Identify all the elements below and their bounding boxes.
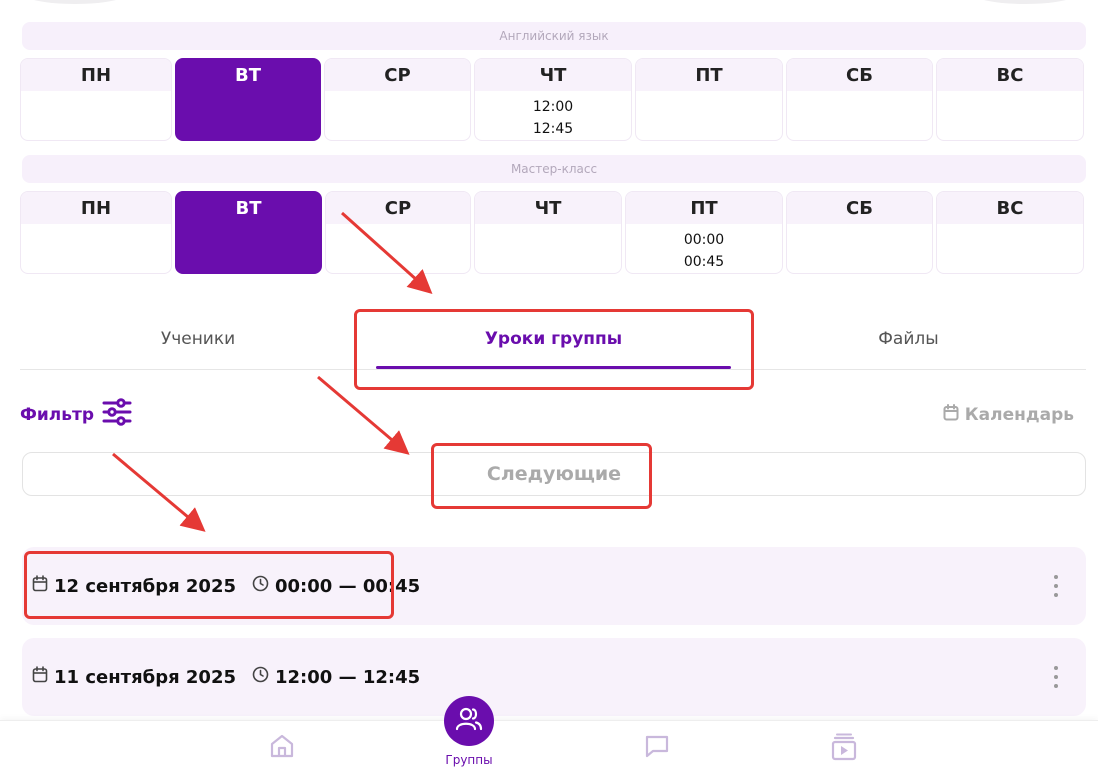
nav-media[interactable]: [814, 733, 874, 765]
day-cell-wed[interactable]: СР: [324, 58, 471, 141]
time-range: 12:00 12:45: [475, 91, 631, 140]
course-header-masterclass: Мастер-класс: [22, 155, 1086, 183]
day-name: ВТ: [176, 192, 321, 224]
course-header-english: Английский язык: [22, 22, 1086, 50]
media-library-icon: [830, 733, 858, 765]
course-title: Мастер-класс: [510, 162, 598, 176]
day-cell-sat[interactable]: СБ: [786, 58, 933, 141]
day-name: ПН: [21, 59, 171, 91]
day-cell-thu[interactable]: ЧТ: [474, 191, 622, 274]
end-time: 00:45: [683, 254, 725, 270]
day-cell-thu[interactable]: ЧТ 12:00 12:45: [474, 58, 632, 141]
home-icon: [269, 733, 295, 763]
nav-groups-label: Группы: [445, 753, 493, 767]
day-name: СР: [325, 59, 470, 91]
day-name: СБ: [787, 192, 932, 224]
annotation-box-lesson: [24, 551, 394, 619]
start-time: 00:00: [683, 232, 725, 248]
day-name: ПТ: [626, 192, 782, 224]
day-cell-sun[interactable]: ВС: [936, 58, 1084, 141]
nav-groups[interactable]: [444, 696, 494, 746]
groups-icon: [454, 704, 484, 738]
clock-icon: [252, 666, 269, 688]
day-cell-mon[interactable]: ПН: [20, 191, 172, 274]
day-name: ВС: [937, 192, 1083, 224]
tab-students[interactable]: Ученики: [20, 310, 376, 368]
day-cell-mon[interactable]: ПН: [20, 58, 172, 141]
calendar-button[interactable]: Календарь: [943, 404, 1074, 426]
day-cell-fri[interactable]: ПТ: [635, 58, 783, 141]
day-cell-sun[interactable]: ВС: [936, 191, 1084, 274]
schedule-english: ПН ВТ СР ЧТ 12:00 12:45 ПТ СБ ВС: [20, 58, 1086, 142]
day-cell-wed[interactable]: СР: [325, 191, 471, 274]
more-options-icon[interactable]: [1046, 573, 1066, 599]
day-name: ВС: [937, 59, 1083, 91]
time-range: 00:00 00:45: [626, 224, 782, 273]
date-text: 11 сентября 2025: [54, 666, 236, 688]
sliders-icon: [102, 398, 132, 431]
course-title: Английский язык: [499, 29, 609, 43]
day-name: ПТ: [636, 59, 782, 91]
day-name: СР: [326, 192, 470, 224]
day-cell-tue[interactable]: ВТ: [175, 191, 322, 274]
partial-element-left: [20, 0, 130, 4]
chat-icon: [644, 733, 670, 763]
calendar-icon: [32, 666, 48, 688]
tab-files[interactable]: Файлы: [731, 310, 1086, 368]
filter-button[interactable]: Фильтр: [20, 398, 132, 431]
annotation-box-tab: [354, 309, 754, 390]
day-name: ВТ: [176, 59, 320, 91]
lesson-date: 11 сентября 2025: [32, 666, 236, 688]
start-time: 12:00: [532, 99, 574, 115]
day-cell-tue[interactable]: ВТ: [175, 58, 321, 141]
filter-label: Фильтр: [20, 404, 94, 425]
day-cell-fri[interactable]: ПТ 00:00 00:45: [625, 191, 783, 274]
bottom-navigation: [0, 720, 1098, 778]
day-name: ЧТ: [475, 192, 621, 224]
day-name: ПН: [21, 192, 171, 224]
day-name: СБ: [787, 59, 932, 91]
lesson-time: 12:00 — 12:45: [252, 666, 420, 688]
annotation-box-segment: [431, 443, 652, 509]
schedule-masterclass: ПН ВТ СР ЧТ ПТ 00:00 00:45 СБ ВС: [20, 191, 1086, 275]
day-name: ЧТ: [475, 59, 631, 91]
end-time: 12:45: [532, 121, 574, 137]
lesson-card[interactable]: 11 сентября 2025 12:00 — 12:45: [22, 638, 1086, 716]
calendar-icon: [943, 404, 959, 426]
lesson-info: 11 сентября 2025 12:00 — 12:45: [32, 638, 420, 716]
partial-element-right: [970, 0, 1080, 4]
time-text: 12:00 — 12:45: [275, 666, 421, 688]
nav-home[interactable]: [252, 733, 312, 763]
calendar-label: Календарь: [964, 405, 1074, 425]
more-options-icon[interactable]: [1046, 664, 1066, 690]
nav-chat[interactable]: [627, 733, 687, 763]
day-cell-sat[interactable]: СБ: [786, 191, 933, 274]
